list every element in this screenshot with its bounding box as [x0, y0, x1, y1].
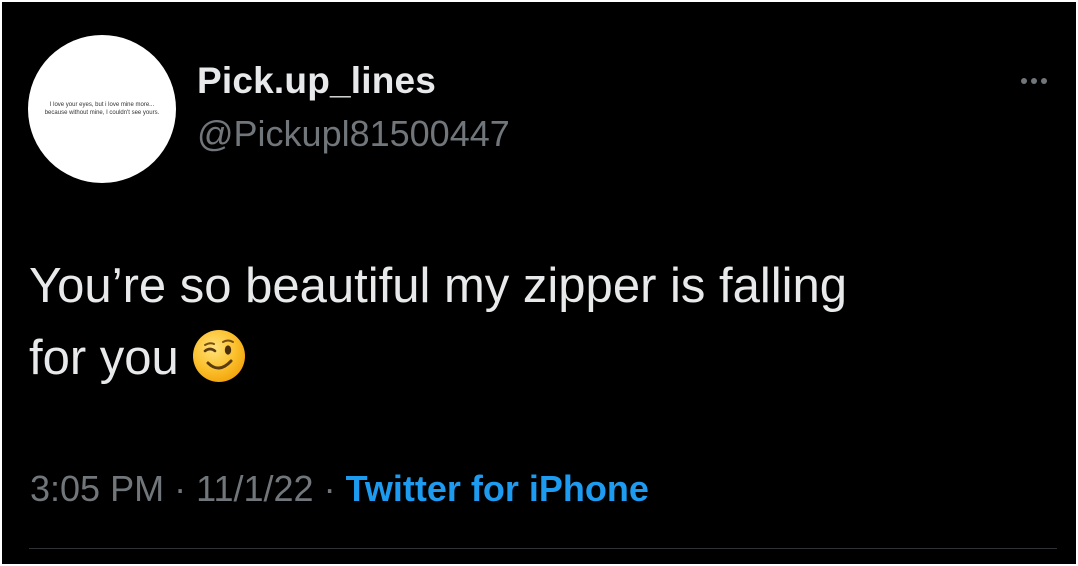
more-dot [1021, 78, 1027, 84]
more-dot [1031, 78, 1037, 84]
display-name[interactable]: Pick.up_lines [197, 60, 436, 102]
user-handle[interactable]: @Pickupl81500447 [197, 113, 510, 155]
tweet-date[interactable]: 11/1/22 [196, 468, 313, 509]
tweet-text-line1: You’re so beautiful my zipper is falling [29, 259, 848, 313]
more-options-icon[interactable] [1012, 68, 1056, 94]
tweet-time[interactable]: 3:05 PM [30, 468, 164, 509]
tweet-meta: 3:05 PM · 11/1/22 · Twitter for iPhone [30, 468, 649, 510]
more-dot [1041, 78, 1047, 84]
tweet-card: I love your eyes, but i love mine more..… [2, 2, 1076, 564]
tweet-source-link[interactable]: Twitter for iPhone [346, 468, 649, 509]
avatar-text-line2: because without mine, I couldn't see you… [44, 110, 160, 116]
avatar-text-line1: I love your eyes, but i love mine more..… [49, 102, 155, 108]
winking-face-emoji-icon [191, 328, 247, 384]
divider [29, 548, 1057, 549]
tweet-text-line2: for you [29, 331, 179, 385]
avatar[interactable]: I love your eyes, but i love mine more..… [28, 35, 176, 183]
meta-separator: · [323, 468, 336, 509]
meta-separator: · [174, 468, 187, 509]
tweet-text: You’re so beautiful my zipper is falling… [29, 250, 1039, 394]
